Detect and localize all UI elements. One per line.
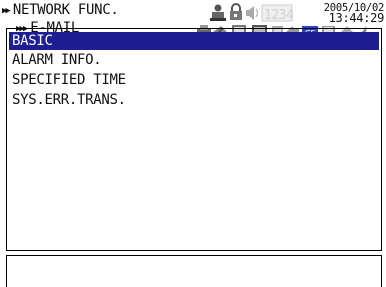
counter-display: 1234	[264, 8, 294, 23]
user-lock-icon	[210, 4, 226, 21]
keylock-icon	[230, 3, 242, 20]
sound-icon	[246, 6, 259, 20]
menu-item-alarm-info[interactable]: ALARM INFO.	[12, 51, 102, 69]
message-area	[6, 255, 382, 287]
breadcrumb-level1: ▶▶ NETWORK FUNC.	[2, 2, 119, 18]
menu-item-basic[interactable]: BASIC	[9, 32, 379, 50]
menu-item-sys-err-trans[interactable]: SYS.ERR.TRANS.	[12, 91, 126, 109]
menu-item-specified-time[interactable]: SPECIFIED TIME	[12, 71, 126, 89]
time-label: 13:44:29	[328, 11, 385, 25]
menu-panel: BASIC ALARM INFO. SPECIFIED TIME SYS.ERR…	[6, 28, 382, 251]
datetime: 2005/10/02 13:44:29	[324, 3, 385, 25]
double-arrow-icon: ▶▶	[2, 6, 11, 16]
